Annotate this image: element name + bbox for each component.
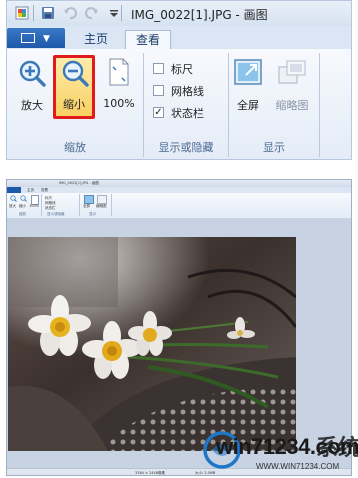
ruler-check[interactable]: [153, 63, 164, 74]
mini-zoom-in-icon[interactable]: [10, 195, 17, 202]
display-group-label: 显示: [263, 141, 285, 154]
title-bar: IMG_0022[1].JPG - 画图: [7, 1, 351, 26]
undo-icon[interactable]: [63, 6, 77, 20]
zoom-out-label: 缩小: [63, 98, 85, 111]
save-icon[interactable]: [41, 6, 55, 20]
mini-thumbnail-icon: [97, 195, 107, 204]
zoom-in-icon: [19, 60, 46, 87]
mini-thumbnail-label: 缩略图: [96, 204, 107, 208]
mini-fullscreen-label: 全屏: [83, 204, 90, 208]
zoom-out-icon: [62, 60, 89, 87]
thumbnail-label: 缩略图: [275, 99, 309, 112]
mini-window-title: IMG_0022[1].JPG - 画图: [59, 181, 99, 185]
mini-display-group-label: 显示: [89, 212, 96, 216]
actual-size-button[interactable]: 100%: [99, 57, 139, 117]
paint-menu-button[interactable]: ▼: [7, 28, 65, 48]
show-hide-group-label: 显示或隐藏: [158, 141, 214, 154]
mini-zoom-out-label: 缩小: [19, 204, 26, 208]
thumbnail-button: 缩略图: [269, 57, 315, 117]
mini-status-dimensions: 3264 × 2448像素: [135, 471, 165, 475]
mini-separator: [111, 194, 112, 216]
fullscreen-icon: [234, 59, 262, 85]
fullscreen-button[interactable]: 全屏: [229, 57, 267, 117]
mini-title-bar: IMG_0022[1].JPG - 画图: [7, 180, 351, 187]
statusbar-label: 状态栏: [171, 107, 204, 120]
tab-view[interactable]: 查看: [125, 30, 171, 49]
paint-ribbon-zoomed: IMG_0022[1].JPG - 画图 ▼ 主页 查看 放大 缩小 100%: [6, 0, 352, 160]
statusbar-check[interactable]: ✓: [153, 107, 164, 118]
actual-size-icon: [109, 58, 129, 86]
watermark-url: WWW.WIN71234.COM: [256, 462, 340, 471]
site-watermark: win71234.com 系统 WWW.WIN71234.COM: [200, 428, 358, 476]
mini-actual-size-label: 100%: [29, 204, 40, 208]
ruler-label: 标尺: [171, 63, 193, 76]
fullscreen-label: 全屏: [237, 99, 259, 112]
customize-dropdown-icon[interactable]: [107, 6, 121, 20]
thumbnail-icon: [278, 60, 306, 84]
mini-separator: [79, 194, 80, 216]
mini-zoom-out-icon[interactable]: [20, 195, 27, 202]
mini-show-hide-group-label: 显示或隐藏: [47, 212, 65, 216]
zoom-in-button[interactable]: 放大: [13, 57, 51, 117]
gridlines-check[interactable]: [153, 85, 164, 96]
paint-app-icon[interactable]: [15, 6, 29, 20]
watermark-brand: 系统: [316, 436, 358, 461]
mini-zoom-in-label: 放大: [9, 204, 16, 208]
zoom-in-label: 放大: [21, 99, 43, 112]
group-separator: [319, 53, 320, 157]
chevron-down-icon: ▼: [43, 34, 50, 44]
window-title: IMG_0022[1].JPG - 画图: [131, 8, 268, 22]
separator: [121, 5, 122, 21]
mini-ribbon: 放大 缩小 100% 缩放 标尺 网格线 状态栏 显示或隐藏 全屏 缩略图 显示: [7, 193, 351, 219]
mini-statusbar-label[interactable]: 状态栏: [45, 206, 56, 211]
redo-icon[interactable]: [85, 6, 99, 20]
tab-home[interactable]: 主页: [73, 30, 119, 49]
mini-zoom-group-label: 缩放: [19, 212, 26, 216]
separator: [33, 5, 34, 21]
actual-size-label: 100%: [103, 97, 135, 110]
narcissus-photo: [8, 237, 296, 451]
zoom-out-button[interactable]: 缩小: [53, 55, 95, 119]
zoom-group-label: 缩放: [64, 141, 86, 154]
mini-fullscreen-icon[interactable]: [84, 195, 94, 204]
menu-icon: [21, 33, 35, 43]
mini-separator: [41, 194, 42, 216]
gridlines-label: 网格线: [171, 85, 204, 98]
